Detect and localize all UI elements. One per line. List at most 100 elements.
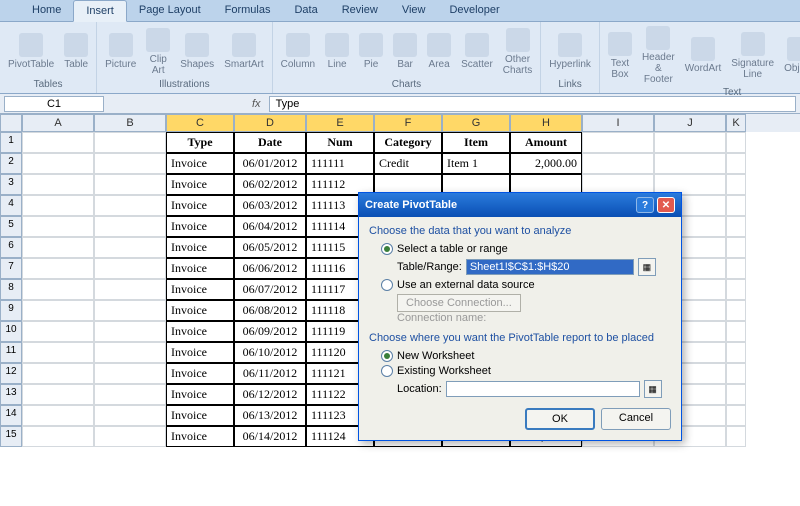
cell[interactable]: 06/08/2012 [234, 300, 306, 321]
cell[interactable] [94, 237, 166, 258]
cell[interactable]: Invoice [166, 153, 234, 174]
ribbon-smartart[interactable]: SmartArt [220, 31, 267, 72]
cell[interactable] [726, 384, 746, 405]
radio-external-source[interactable] [381, 279, 393, 291]
col-header-G[interactable]: G [442, 114, 510, 132]
select-all-cell[interactable] [0, 114, 22, 132]
cell[interactable] [22, 342, 94, 363]
name-box[interactable]: C1 [4, 96, 104, 112]
ribbon-bar[interactable]: Bar [389, 31, 421, 72]
cell[interactable]: 06/04/2012 [234, 216, 306, 237]
cell[interactable] [94, 384, 166, 405]
formula-input[interactable]: Type [269, 96, 796, 112]
cell[interactable] [726, 153, 746, 174]
cell[interactable]: 111111 [306, 153, 374, 174]
cell[interactable]: Date [234, 132, 306, 153]
ribbon-other-charts[interactable]: Other Charts [499, 26, 536, 78]
cell[interactable]: Invoice [166, 195, 234, 216]
radio-new-worksheet[interactable] [381, 350, 393, 362]
cell[interactable]: 06/06/2012 [234, 258, 306, 279]
cell[interactable]: Item [442, 132, 510, 153]
cell[interactable] [726, 426, 746, 447]
col-header-C[interactable]: C [166, 114, 234, 132]
cell[interactable]: Invoice [166, 258, 234, 279]
close-icon[interactable]: ✕ [657, 197, 675, 213]
dialog-titlebar[interactable]: Create PivotTable ? ✕ [359, 193, 681, 217]
radio-select-range[interactable] [381, 243, 393, 255]
col-header-D[interactable]: D [234, 114, 306, 132]
cell[interactable]: 06/07/2012 [234, 279, 306, 300]
cell[interactable]: Invoice [166, 426, 234, 447]
ribbon-clip-art[interactable]: Clip Art [142, 26, 174, 78]
cell[interactable]: Invoice [166, 342, 234, 363]
ok-button[interactable]: OK [525, 408, 595, 430]
cell[interactable] [726, 132, 746, 153]
cell[interactable] [22, 258, 94, 279]
cell[interactable] [94, 405, 166, 426]
ribbon-pivottable[interactable]: PivotTable [4, 31, 58, 72]
col-header-I[interactable]: I [582, 114, 654, 132]
cell[interactable] [22, 153, 94, 174]
row-header-7[interactable]: 7 [0, 258, 22, 279]
cell[interactable]: 06/09/2012 [234, 321, 306, 342]
row-header-3[interactable]: 3 [0, 174, 22, 195]
cell[interactable] [726, 405, 746, 426]
col-header-K[interactable]: K [726, 114, 746, 132]
cell[interactable] [726, 258, 746, 279]
cell[interactable] [94, 132, 166, 153]
cell[interactable] [582, 132, 654, 153]
cell[interactable]: Invoice [166, 405, 234, 426]
ribbon-column[interactable]: Column [277, 31, 319, 72]
cell[interactable]: 06/03/2012 [234, 195, 306, 216]
cell[interactable] [654, 153, 726, 174]
help-icon[interactable]: ? [636, 197, 654, 213]
cell[interactable] [94, 363, 166, 384]
cell[interactable] [726, 321, 746, 342]
cell[interactable]: Item 1 [442, 153, 510, 174]
row-header-9[interactable]: 9 [0, 300, 22, 321]
cell[interactable] [726, 195, 746, 216]
cell[interactable]: Type [166, 132, 234, 153]
row-header-11[interactable]: 11 [0, 342, 22, 363]
radio-existing-worksheet[interactable] [381, 365, 393, 377]
cell[interactable]: Invoice [166, 237, 234, 258]
cell[interactable] [22, 237, 94, 258]
col-header-J[interactable]: J [654, 114, 726, 132]
row-header-2[interactable]: 2 [0, 153, 22, 174]
ribbon-picture[interactable]: Picture [101, 31, 140, 72]
cell[interactable] [22, 216, 94, 237]
cell[interactable] [94, 195, 166, 216]
cell[interactable]: 06/05/2012 [234, 237, 306, 258]
cell[interactable]: 2,000.00 [510, 153, 582, 174]
ribbon-shapes[interactable]: Shapes [176, 31, 218, 72]
row-header-10[interactable]: 10 [0, 321, 22, 342]
input-location[interactable] [446, 381, 640, 397]
cell[interactable] [726, 363, 746, 384]
cell[interactable] [94, 174, 166, 195]
cell[interactable] [22, 384, 94, 405]
cell[interactable] [726, 237, 746, 258]
cell[interactable] [726, 342, 746, 363]
cell[interactable]: 06/14/2012 [234, 426, 306, 447]
cell[interactable] [22, 321, 94, 342]
tab-home[interactable]: Home [20, 0, 73, 21]
cell[interactable]: Num [306, 132, 374, 153]
cell[interactable]: Invoice [166, 174, 234, 195]
col-header-A[interactable]: A [22, 114, 94, 132]
cell[interactable] [22, 363, 94, 384]
cell[interactable] [726, 279, 746, 300]
cell[interactable]: Amount [510, 132, 582, 153]
row-header-12[interactable]: 12 [0, 363, 22, 384]
row-header-1[interactable]: 1 [0, 132, 22, 153]
row-header-8[interactable]: 8 [0, 279, 22, 300]
cell[interactable] [94, 153, 166, 174]
cell[interactable] [582, 153, 654, 174]
row-header-4[interactable]: 4 [0, 195, 22, 216]
input-table-range[interactable] [466, 259, 634, 275]
cell[interactable] [22, 426, 94, 447]
ribbon-text-box[interactable]: Text Box [604, 30, 636, 82]
ribbon-hyperlink[interactable]: Hyperlink [545, 31, 595, 72]
ribbon-wordart[interactable]: WordArt [681, 35, 726, 76]
cell[interactable]: Invoice [166, 321, 234, 342]
ribbon-header-footer[interactable]: Header & Footer [638, 24, 679, 87]
